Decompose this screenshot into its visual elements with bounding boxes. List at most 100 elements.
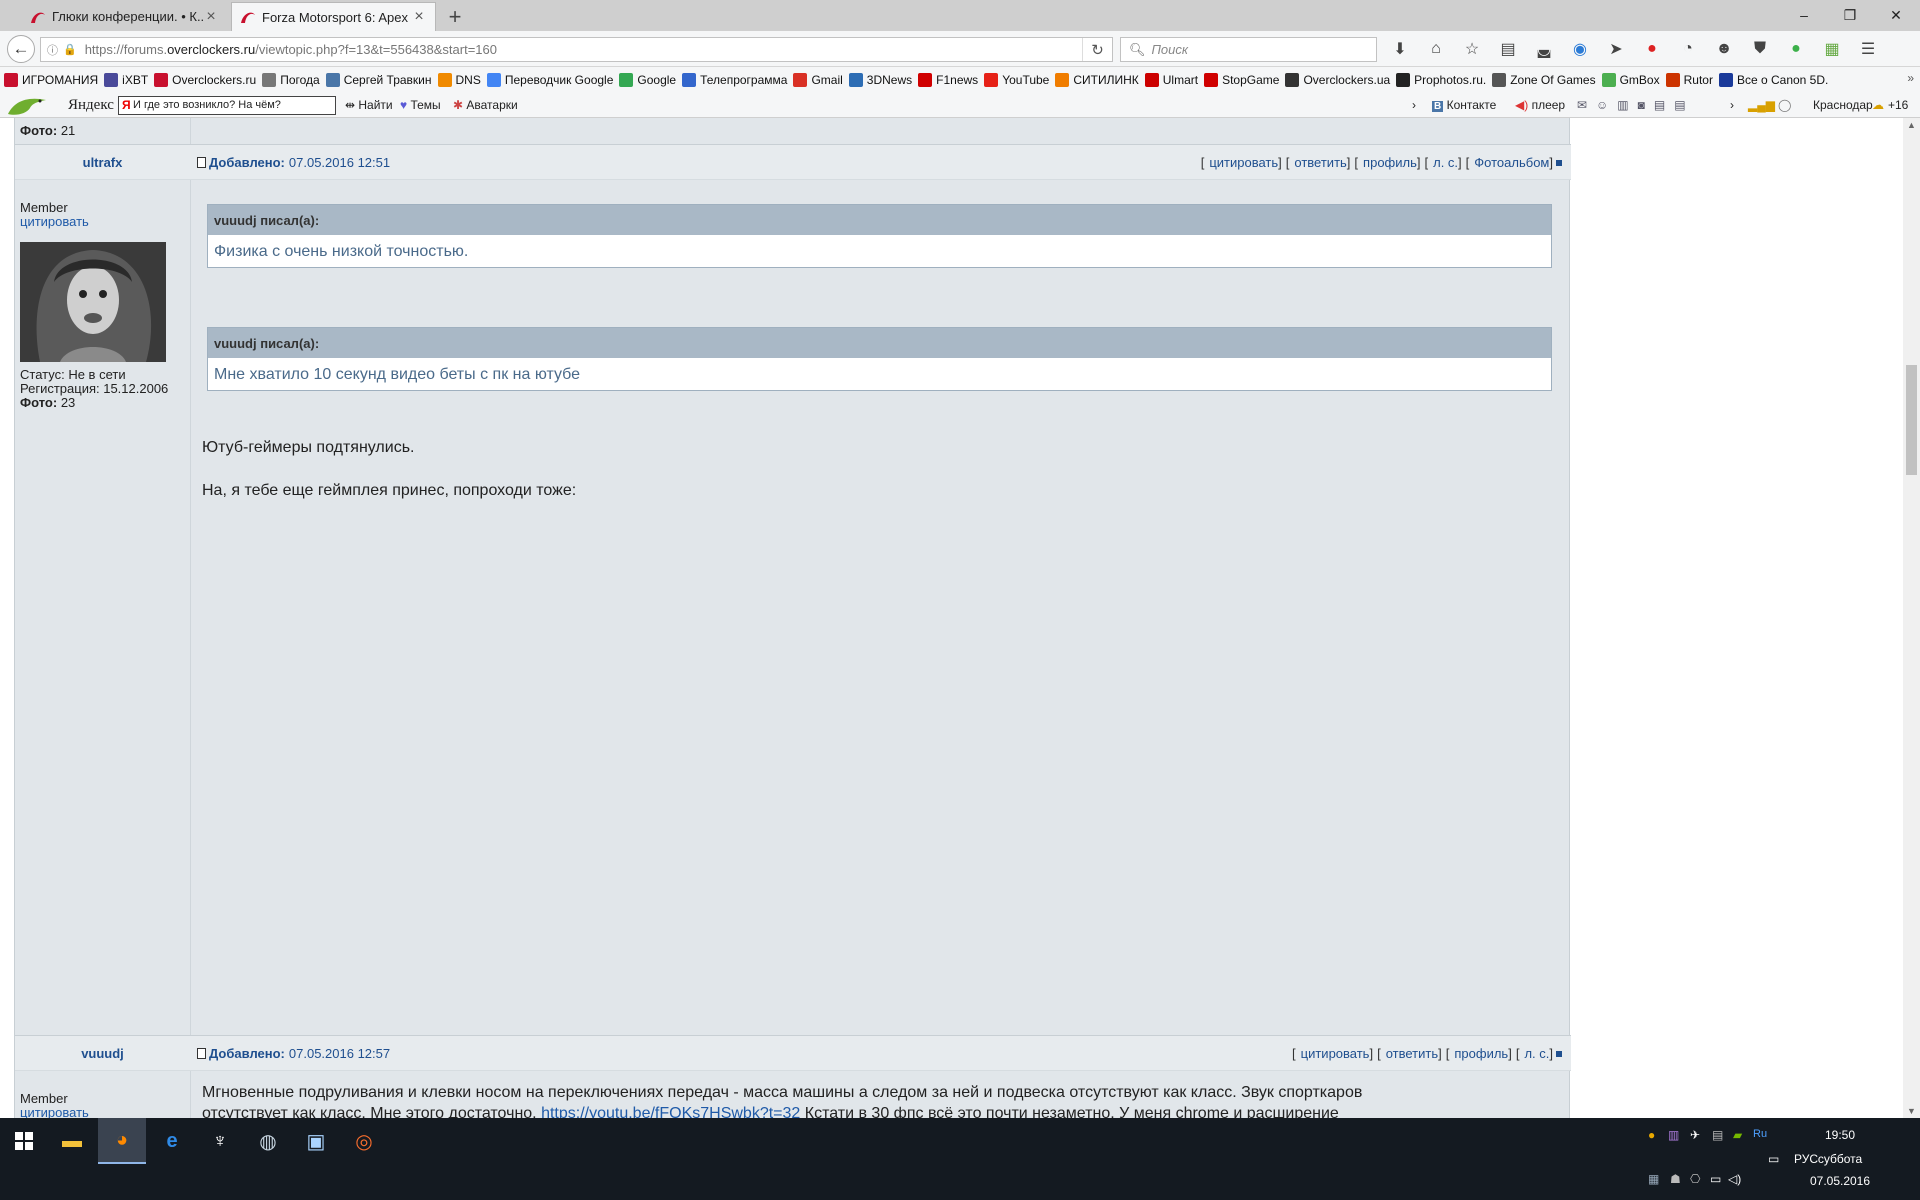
lastpass-icon[interactable]: ◉ [1562,39,1598,59]
bookmark-item[interactable]: Сергей Травкин [325,73,432,87]
post-author[interactable]: vuuudj [15,1046,190,1061]
tab-forza[interactable]: Forza Motorsport 6: Apex ... × [231,2,436,31]
yandex-themes-button[interactable]: ♥ Темы [400,98,441,112]
shield-icon[interactable]: ⛊ [1742,40,1778,58]
tray-app-icon[interactable]: ● [1648,1128,1655,1142]
quote-link[interactable]: цитировать [1209,155,1278,170]
pm-link[interactable]: л. с. [1433,155,1458,170]
tray-app-icon[interactable]: ▥ [1668,1128,1679,1142]
clock-date[interactable]: 07.05.2016 [1790,1174,1890,1188]
bookmark-item[interactable]: Google [619,73,676,87]
edge-icon[interactable]: e [148,1118,196,1164]
tab-close-icon[interactable]: × [411,8,427,26]
home-icon[interactable]: ⌂ [1418,40,1454,58]
reply-link[interactable]: ответить [1386,1046,1438,1061]
profile-link[interactable]: профиль [1363,155,1417,170]
post-anchor-icon[interactable] [1556,1050,1562,1057]
bookmark-item[interactable]: Переводчик Google [486,73,613,87]
scroll-up-icon[interactable]: ▲ [1903,120,1920,130]
download-icon[interactable]: ⬇ [1382,39,1418,59]
page-scrollbar[interactable]: ▲ ▼ [1903,118,1920,1118]
bookmark-item[interactable]: Gmail [793,73,843,87]
alienware-icon[interactable]: ♆ [196,1118,244,1164]
file-explorer-icon[interactable]: ▬ [48,1118,96,1164]
tray-app-icon[interactable]: ⎔ [1690,1172,1700,1186]
scroll-down-icon[interactable]: ▼ [1903,1106,1920,1116]
bookmark-item[interactable]: Погода [262,73,320,87]
pocket-icon[interactable]: ◛ [1526,39,1562,59]
bookmark-item[interactable]: 3DNews [848,73,912,87]
bookmark-item[interactable]: DNS [437,73,481,87]
search-input[interactable]: 🔍︎ Поиск [1120,37,1377,62]
back-button[interactable]: ← [7,35,35,63]
profile-link[interactable]: профиль [1454,1046,1508,1061]
post-document-icon[interactable] [197,157,206,168]
language-ru-icon[interactable]: Ru [1753,1128,1767,1140]
steam-icon[interactable]: ◍ [244,1118,292,1164]
bookmark-item[interactable]: StopGame [1204,73,1279,87]
bookmark-item[interactable]: F1news [918,73,978,87]
bookmark-item[interactable]: Overclockers.ua [1285,73,1390,87]
tray-app-icon[interactable]: ✈ [1690,1128,1700,1142]
bookmark-item[interactable]: СИТИЛИНК [1055,73,1139,87]
library-icon[interactable]: ▤ [1490,39,1526,59]
yandex-avatars-button[interactable]: ✱ Аватарки [453,98,518,112]
bookmark-item[interactable]: Zone Of Games [1492,73,1596,87]
yandex-service-icons[interactable]: ✉☺▥◙▤▤ [1577,98,1695,112]
tab-close-icon[interactable]: × [203,8,219,26]
tray-app-icon[interactable]: ☗ [1670,1172,1681,1186]
quote-link[interactable]: цитировать [1301,1046,1370,1061]
sync-icon[interactable]: ◔ [1670,40,1706,58]
chat-bubble-icon[interactable]: ◯ [1778,98,1791,112]
tray-app-icon[interactable]: ▤ [1712,1128,1723,1142]
reply-link[interactable]: ответить [1294,155,1346,170]
author-quote-link[interactable]: цитировать [20,1105,89,1118]
bookmark-item[interactable]: Overclockers.ru [154,73,256,87]
bookmark-item[interactable]: Rutor [1665,73,1713,87]
bookmark-star-icon[interactable]: ☆ [1454,39,1490,59]
network-icon[interactable]: ▭ [1710,1172,1721,1186]
send-icon[interactable]: ➤ [1598,39,1634,59]
uplay-icon[interactable]: ▣ [292,1118,340,1164]
origin-icon[interactable]: ◎ [340,1118,388,1164]
green-circle-icon[interactable]: ● [1778,40,1814,58]
volume-icon[interactable]: ◁) [1728,1172,1741,1186]
youtube-link[interactable]: https://youtu.be/fFOKs7HSwbk?t=32 [541,1105,800,1118]
bookmark-item[interactable]: Ulmart [1144,73,1198,87]
pm-link[interactable]: л. с. [1524,1046,1549,1061]
smiley-icon[interactable]: ☻ [1706,40,1742,58]
tray-app-icon[interactable]: ▦ [1648,1172,1659,1186]
chevron-right-icon[interactable]: › [1412,98,1416,112]
yandex-find-button[interactable]: ⇹ Найти [345,98,393,112]
bookmark-item[interactable]: GmBox [1601,73,1660,87]
post-document-icon[interactable] [197,1048,206,1059]
clock-time[interactable]: 19:50 [1790,1128,1890,1142]
bookmark-item[interactable]: iXBT [104,73,148,87]
author-quote-link[interactable]: цитировать [20,214,89,229]
tiles-icon[interactable]: ▦ [1814,39,1850,59]
post-anchor-icon[interactable] [1556,159,1562,166]
yandex-search-input[interactable]: Я И где это возникло? На чём? [118,96,336,115]
menu-icon[interactable]: ☰ [1850,39,1886,59]
new-tab-button[interactable]: + [440,2,470,31]
vk-button[interactable]: B Контакте [1432,98,1496,112]
avatar[interactable] [20,242,166,362]
notifications-icon[interactable]: ▭ [1768,1152,1779,1166]
player-button[interactable]: ◀) плеер [1515,98,1565,112]
maximize-button[interactable]: ❐ [1827,0,1873,30]
firefox-icon[interactable]: ◕ [98,1118,146,1164]
minimize-button[interactable]: – [1781,0,1827,30]
reload-icon[interactable]: ↻ [1082,38,1112,61]
tab-glitches[interactable]: Глюки конференции. • К... × [22,2,227,31]
scrollbar-thumb[interactable] [1906,365,1917,475]
windows-start-icon[interactable] [0,1118,48,1164]
photo-album-link[interactable]: Фотоальбом [1474,155,1549,170]
post-author[interactable]: ultrafx [15,155,190,170]
bookmark-item[interactable]: ИГРОМАНИЯ [4,73,98,87]
nvidia-icon[interactable]: ▰ [1733,1128,1742,1142]
bookmark-item[interactable]: Все о Canon 5D. [1718,73,1828,87]
address-bar[interactable]: ⓘ 🔒 https://forums. overclockers.ru/viewt… [40,37,1113,62]
adblock-icon[interactable]: ● [1634,40,1670,58]
bookmark-item[interactable]: Prophotos.ru. [1396,73,1486,87]
bookmarks-overflow-icon[interactable]: » [1907,71,1914,85]
